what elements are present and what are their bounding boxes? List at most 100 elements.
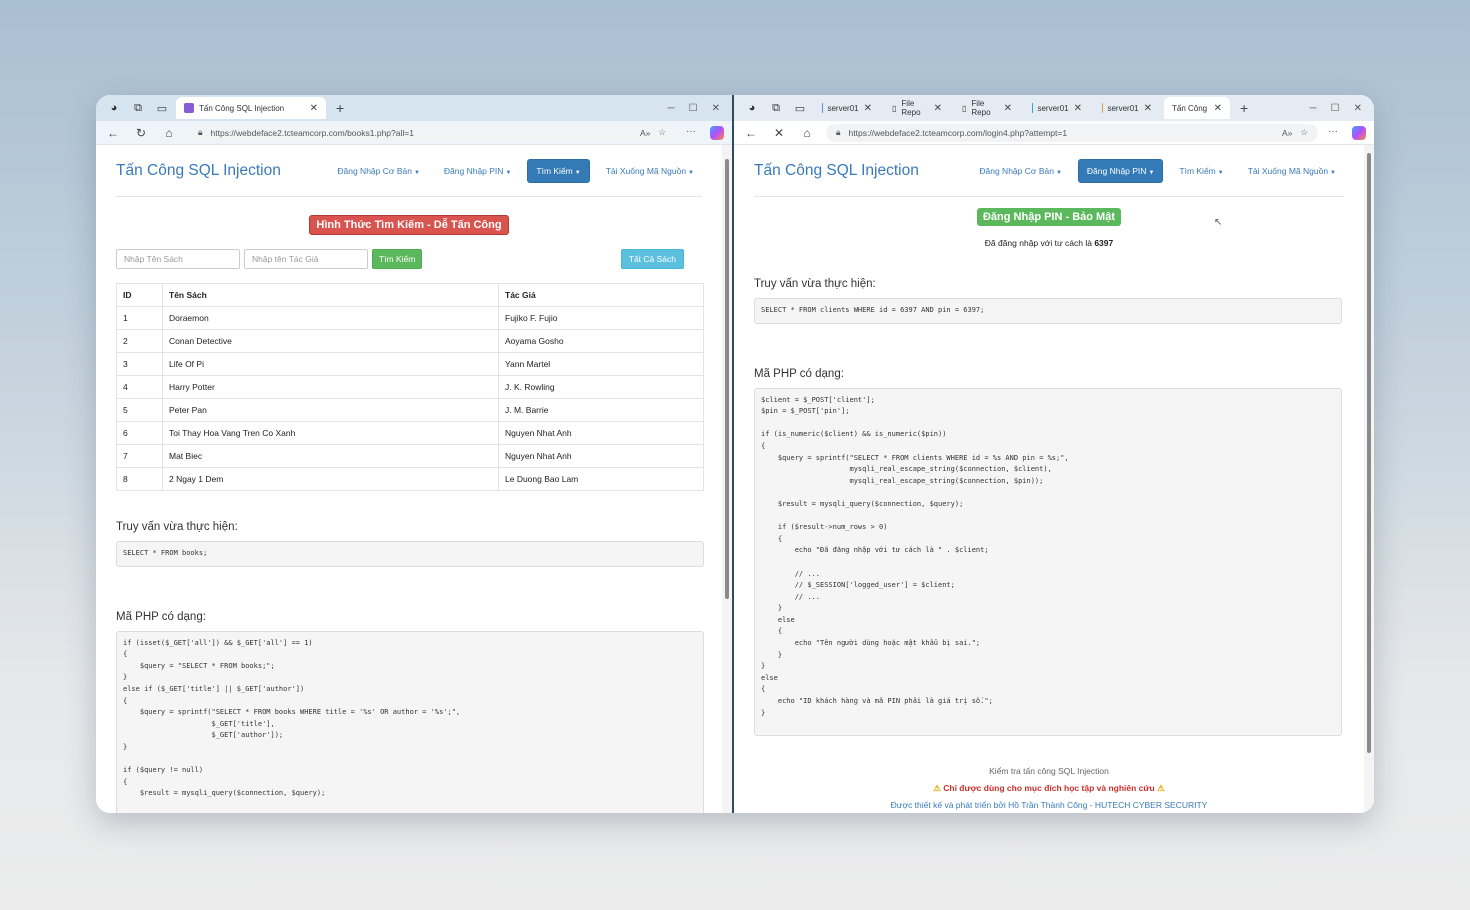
back-icon[interactable]: ←	[742, 126, 760, 140]
book-title-input[interactable]: Nhập Tên Sách	[116, 249, 240, 269]
scrollbar-thumb[interactable]	[725, 159, 729, 599]
scrollbar-thumb[interactable]	[1367, 153, 1371, 753]
new-tab-icon[interactable]: +	[1234, 100, 1254, 116]
scrollbar[interactable]	[1364, 145, 1374, 813]
cell-id: 3	[116, 352, 163, 376]
back-icon[interactable]: ←	[104, 126, 122, 140]
close-tab-icon[interactable]: ✕	[934, 103, 942, 114]
author-input[interactable]: Nhập tên Tác Giả	[244, 249, 368, 269]
scrollbar[interactable]	[722, 145, 732, 813]
tab-server01-3[interactable]: server01 ✕	[1094, 97, 1160, 119]
query-box: SELECT * FROM books;	[116, 541, 704, 567]
close-tab-icon[interactable]: ✕	[864, 103, 872, 114]
table-row: 82 Ngay 1 Dem Le Duong Bao Lam	[116, 467, 704, 491]
lock-icon: 🔒︎	[836, 127, 841, 137]
favorite-star-icon[interactable]: ☆	[658, 127, 666, 138]
footer-credit[interactable]: Được thiết kế và phát triển bởi Hồ Trần …	[754, 800, 1344, 810]
maximize-icon[interactable]: ☐	[1331, 103, 1340, 114]
menu-download-source[interactable]: Tải Xuống Mã Nguồn ▼	[1240, 160, 1344, 182]
cell-author: Le Duong Bao Lam	[498, 467, 704, 491]
url-field[interactable]: 🔒︎ https://webdeface2.tcteamcorp.com/boo…	[188, 123, 676, 142]
cell-id: 2	[116, 329, 163, 353]
footer-title: Kiểm tra tấn công SQL Injection	[989, 765, 1109, 776]
query-heading: Truy vấn vừa thực hiện:	[116, 521, 238, 533]
close-tab-icon[interactable]: ✕	[1214, 103, 1222, 114]
read-aloud-icon[interactable]: A»	[1282, 128, 1292, 138]
menu-search[interactable]: Tìm Kiếm ▼	[1171, 160, 1231, 182]
cell-title: Harry Potter	[162, 375, 499, 399]
cell-author: Nguyen Nhat Anh	[498, 421, 704, 445]
tab-active[interactable]: Tấn Công SQL Injection ✕	[176, 97, 326, 119]
favorite-star-icon[interactable]: ☆	[1300, 127, 1308, 138]
cell-id: 1	[116, 306, 163, 330]
lock-icon: 🔒︎	[198, 127, 203, 137]
close-tab-icon[interactable]: ✕	[1144, 103, 1152, 114]
cell-author: Aoyama Gosho	[498, 329, 704, 353]
tab-actions-icon[interactable]: ▭	[152, 98, 172, 118]
table-row: 6 Toi Thay Hoa Vang Tren Co Xanh Nguyen Nh…	[116, 421, 704, 445]
page-viewport: Tấn Công SQL Injection Đăng Nhập Cơ Bản ▼…	[96, 145, 732, 813]
table-header-row: ID Tên Sách Tác Giả	[116, 283, 704, 307]
stop-loading-icon[interactable]: ✕	[770, 126, 788, 140]
workspaces-icon[interactable]: ⧉	[766, 98, 786, 118]
tab-server01-2[interactable]: server01 ✕	[1024, 97, 1090, 119]
menu-search[interactable]: Tìm Kiếm ▼	[527, 158, 590, 183]
menu-basic-login[interactable]: Đăng Nhập Cơ Bản ▼	[971, 160, 1070, 182]
more-menu-icon[interactable]: ···	[686, 126, 696, 140]
cell-id: 6	[116, 421, 163, 445]
workspaces-icon[interactable]: ⧉	[128, 98, 148, 118]
menu-pin-login[interactable]: Đăng Nhập PIN ▼	[1077, 158, 1164, 183]
page-content: Tấn Công SQL Injection Đăng Nhập Cơ Bản ▼…	[754, 145, 1344, 810]
cell-title: 2 Ngay 1 Dem	[162, 467, 499, 491]
login-status-id: 6397	[1094, 238, 1114, 248]
url-field[interactable]: 🔒︎ https://webdeface2.tcteamcorp.com/log…	[826, 123, 1318, 142]
close-tab-icon[interactable]: ✕	[1074, 103, 1082, 114]
refresh-icon[interactable]: ↻	[132, 126, 150, 140]
more-menu-icon[interactable]: ···	[1328, 126, 1338, 140]
minimize-icon[interactable]: ─	[1310, 103, 1317, 114]
caret-down-icon: ▼	[688, 169, 694, 176]
table-row: 3 Life Of Pi Yann Martel	[116, 352, 704, 376]
home-icon[interactable]: ⌂	[160, 126, 178, 140]
cell-id: 4	[116, 375, 163, 399]
maximize-icon[interactable]: ☐	[689, 103, 698, 114]
menu-pin-login[interactable]: Đăng Nhập PIN ▼	[436, 160, 520, 182]
caret-down-icon: ▼	[1055, 169, 1062, 176]
col-book-title: Tên Sách	[162, 283, 499, 307]
new-tab-icon[interactable]: +	[330, 100, 350, 116]
close-window-icon[interactable]: ✕	[1354, 103, 1362, 114]
cell-author: Nguyen Nhat Anh	[498, 444, 704, 468]
browser-window-left: ◕ ⧉ ▭ Tấn Công SQL Injection ✕ + ─ ☐ ✕ ←…	[96, 95, 734, 813]
home-icon[interactable]: ⌂	[798, 126, 816, 140]
site-brand[interactable]: Tấn Công SQL Injection	[116, 162, 281, 180]
menu-basic-login[interactable]: Đăng Nhập Cơ Bản ▼	[329, 160, 428, 182]
minimize-icon[interactable]: ─	[668, 103, 675, 114]
books-table: ID Tên Sách Tác Giả 1 Doraemon Fujiko F. F…	[116, 283, 704, 491]
close-tab-icon[interactable]: ✕	[1004, 103, 1012, 114]
tab-bar: ◕ ⧉ ▭ server01 ✕ ▯ File Repo ✕ ▯ File Repo ✕ …	[734, 95, 1374, 121]
tab-file-repo-2[interactable]: ▯ File Repo ✕	[954, 97, 1020, 119]
close-window-icon[interactable]: ✕	[712, 103, 720, 114]
profile-icon[interactable]: ◕	[742, 98, 762, 118]
caret-down-icon: ▼	[1148, 169, 1155, 176]
copilot-icon[interactable]	[710, 125, 724, 140]
footer-warning-text: Chỉ được dùng cho mục đích học tập và ng…	[943, 782, 1155, 793]
address-bar-row: ← ✕ ⌂ 🔒︎ https://webdeface2.tcteamcorp.c…	[734, 121, 1374, 145]
search-button[interactable]: Tìm Kiếm	[372, 249, 423, 269]
tab-actions-icon[interactable]: ▭	[790, 98, 810, 118]
copilot-icon[interactable]	[1352, 125, 1366, 140]
site-brand[interactable]: Tấn Công SQL Injection	[754, 162, 919, 180]
all-books-button[interactable]: Tất Cả Sách	[620, 249, 684, 269]
read-aloud-icon[interactable]: A»	[640, 128, 650, 138]
tab-file-repo[interactable]: ▯ File Repo ✕	[884, 97, 950, 119]
profile-icon[interactable]: ◕	[104, 98, 124, 118]
cell-id: 8	[116, 467, 163, 491]
browser-window-right: ◕ ⧉ ▭ server01 ✕ ▯ File Repo ✕ ▯ File Repo ✕ …	[734, 95, 1374, 813]
close-tab-icon[interactable]: ✕	[310, 103, 318, 114]
table-row: 1 Doraemon Fujiko F. Fujio	[116, 306, 704, 330]
tab-active[interactable]: Tấn Công ✕	[1164, 97, 1230, 119]
menu-download-source[interactable]: Tải Xuống Mã Nguồn ▼	[598, 160, 702, 182]
tab-server01[interactable]: server01 ✕	[814, 97, 880, 119]
url-text: https://webdeface2.tcteamcorp.com/books1…	[210, 127, 414, 138]
site-menu: Đăng Nhập Cơ Bản ▼ Đăng Nhập PIN ▼ Tìm Kiế…	[329, 158, 702, 183]
